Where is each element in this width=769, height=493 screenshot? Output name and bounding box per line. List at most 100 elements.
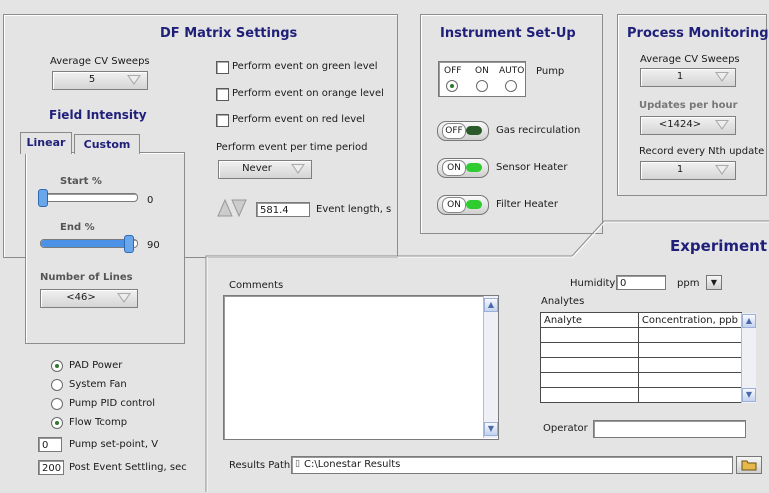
results-path-input[interactable]: ▯ C:\Lonestar Results <box>291 456 733 474</box>
event-orange-label: Perform event on orange level <box>232 88 384 99</box>
process-title: Process Monitoring <box>627 26 769 41</box>
table-cell[interactable] <box>637 342 743 358</box>
table-cell[interactable] <box>637 357 743 373</box>
sensor-heater-label: Sensor Heater <box>496 162 568 173</box>
folder-browse-icon[interactable] <box>736 456 762 474</box>
table-row[interactable] <box>540 372 743 388</box>
lines-value: <46> <box>66 292 96 303</box>
end-slider-track[interactable] <box>40 239 138 248</box>
table-cell[interactable] <box>540 357 639 373</box>
tab-linear[interactable]: Linear <box>20 132 72 154</box>
path-icon: ▯ <box>295 459 300 469</box>
humidity-label: Humidity <box>570 278 616 289</box>
field-intensity-title: Field Intensity <box>49 108 147 122</box>
updates-ring[interactable]: <1424> <box>640 116 736 135</box>
end-slider-fill <box>41 240 128 247</box>
event-orange-checkbox[interactable] <box>216 88 229 101</box>
scroll-up-icon[interactable]: ▲ <box>742 314 756 328</box>
system-fan-radio[interactable] <box>51 379 63 391</box>
df-avg-cv-value: 5 <box>88 74 96 85</box>
table-cell[interactable] <box>540 327 639 343</box>
analytes-header-row: Analyte Concentration, ppb <box>540 312 743 328</box>
process-avg-cv-value: 1 <box>676 71 684 82</box>
record-ring[interactable]: 1 <box>640 161 736 180</box>
pump-option-off: OFF <box>444 66 462 76</box>
event-red-checkbox[interactable] <box>216 114 229 127</box>
df-avg-cv-ring[interactable]: 5 <box>52 71 148 90</box>
pump-on-radio[interactable] <box>476 80 488 92</box>
process-avg-cv-label: Average CV Sweeps <box>640 54 740 65</box>
event-green-checkbox[interactable] <box>216 61 229 74</box>
end-label: End % <box>60 222 95 233</box>
table-row[interactable] <box>540 327 743 343</box>
flow-tcomp-radio[interactable] <box>51 417 63 429</box>
settling-input[interactable]: 200 <box>38 460 64 475</box>
table-cell[interactable] <box>540 387 639 403</box>
table-cell[interactable] <box>540 372 639 388</box>
scroll-up-icon[interactable]: ▲ <box>484 298 498 312</box>
filter-heater-state: ON <box>442 197 466 213</box>
table-row[interactable] <box>540 357 743 373</box>
event-length-label: Event length, s <box>316 204 392 215</box>
flow-tcomp-label: Flow Tcomp <box>69 417 128 428</box>
pad-power-radio[interactable] <box>51 360 63 372</box>
filter-heater-toggle[interactable]: ON <box>437 195 489 215</box>
sensor-heater-state: ON <box>442 160 466 176</box>
experiment-title: Experiment <box>670 237 768 255</box>
unit-dropdown-icon[interactable]: ▼ <box>706 275 722 290</box>
comments-scrollbar[interactable]: ▲ ▼ <box>483 296 498 438</box>
period-value: Never <box>242 163 272 174</box>
event-green-label: Perform event on green level <box>232 61 378 72</box>
table-cell[interactable] <box>540 342 639 358</box>
period-ring[interactable]: Never <box>218 160 312 179</box>
pump-pid-radio[interactable] <box>51 398 63 410</box>
dropdown-arrow-icon <box>715 120 729 130</box>
table-cell[interactable] <box>637 372 743 388</box>
updates-value: <1424> <box>658 119 702 130</box>
filter-heater-label: Filter Heater <box>496 199 558 210</box>
operator-label: Operator <box>543 423 588 434</box>
instrument-title: Instrument Set-Up <box>440 26 576 41</box>
updates-label: Updates per hour <box>639 100 738 111</box>
pump-pid-label: Pump PID control <box>69 398 155 409</box>
sensor-heater-toggle[interactable]: ON <box>437 158 489 178</box>
gas-recirculation-toggle[interactable]: OFF <box>437 121 489 141</box>
table-cell[interactable] <box>637 387 743 403</box>
pump-auto-radio[interactable] <box>505 80 517 92</box>
dropdown-arrow-icon <box>127 75 141 85</box>
record-value: 1 <box>676 164 684 175</box>
gas-recirculation-led <box>466 126 482 135</box>
table-row[interactable] <box>540 387 743 403</box>
table-row[interactable] <box>540 342 743 358</box>
end-slider-handle[interactable] <box>124 235 135 253</box>
table-cell[interactable] <box>637 327 743 343</box>
system-fan-label: System Fan <box>69 379 127 390</box>
analytes-label: Analytes <box>541 296 585 307</box>
tab-custom[interactable]: Custom <box>74 134 140 154</box>
results-path-label: Results Path <box>229 460 291 471</box>
comments-textarea[interactable] <box>223 295 499 440</box>
pump-off-radio[interactable] <box>446 80 458 92</box>
gas-recirculation-state: OFF <box>442 123 466 139</box>
end-value[interactable]: 90 <box>144 238 166 253</box>
analytes-table[interactable]: Analyte Concentration, ppb <box>540 312 743 403</box>
event-red-label: Perform event on red level <box>232 114 366 125</box>
lines-label: Number of Lines <box>40 272 133 283</box>
dropdown-arrow-icon <box>291 164 305 174</box>
record-label: Record every Nth update <box>639 146 765 157</box>
start-slider-handle[interactable] <box>38 189 48 207</box>
lines-ring[interactable]: <46> <box>40 289 138 308</box>
humidity-input[interactable]: 0 <box>616 275 666 290</box>
dropdown-arrow-icon <box>715 72 729 82</box>
scroll-down-icon[interactable]: ▼ <box>484 422 498 436</box>
start-value[interactable]: 0 <box>144 193 164 208</box>
scroll-down-icon[interactable]: ▼ <box>742 388 756 402</box>
process-avg-cv-ring[interactable]: 1 <box>640 68 736 87</box>
start-slider-track[interactable] <box>40 193 138 202</box>
sensor-heater-led <box>466 163 482 172</box>
analytes-scrollbar[interactable]: ▲ ▼ <box>741 313 756 403</box>
operator-input[interactable] <box>593 420 746 438</box>
setpoint-input[interactable]: 0 <box>38 437 62 452</box>
pump-option-on: ON <box>475 66 489 76</box>
gas-recirculation-label: Gas recirculation <box>496 125 581 136</box>
